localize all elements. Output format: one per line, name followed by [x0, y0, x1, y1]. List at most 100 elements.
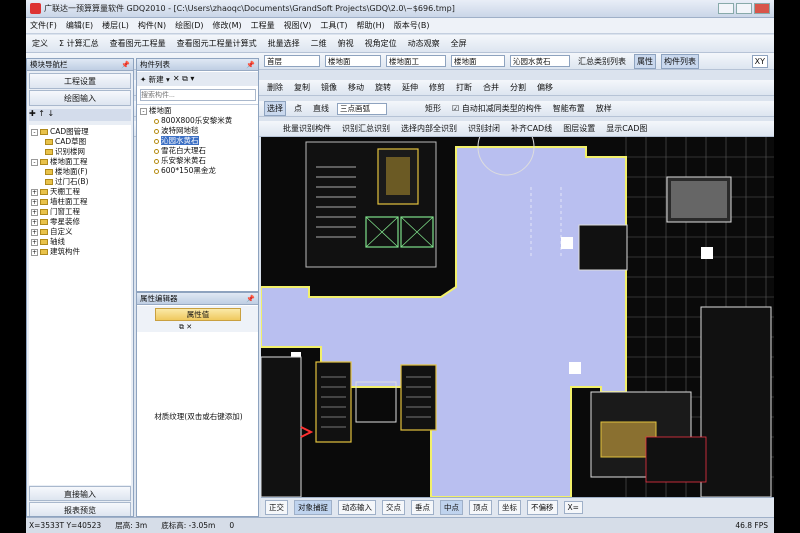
expand-icon[interactable]: - — [31, 158, 38, 166]
component-select[interactable]: 沁园水黄石 — [510, 55, 570, 67]
expand-icon[interactable]: + — [31, 218, 38, 226]
modify-button[interactable]: 复制 — [291, 80, 313, 95]
expand-icon[interactable]: + — [31, 188, 38, 196]
properties-button[interactable]: 属性 — [634, 53, 656, 69]
floor-select[interactable]: 首层 — [264, 55, 320, 67]
nav-tree-item[interactable]: 过门石(B) — [31, 177, 129, 187]
component-item[interactable]: 600*150黑金龙 — [140, 166, 258, 176]
menu-item[interactable]: 文件(F) — [30, 20, 57, 31]
cad-recognition-button[interactable]: 图层设置 — [560, 121, 598, 136]
properties-tool-icons[interactable]: ⧉ ✕ — [179, 323, 192, 332]
pin-icon[interactable]: 📌 — [246, 293, 255, 305]
snap-toggle[interactable]: 中点 — [440, 500, 463, 515]
cad-recognition-button[interactable]: 显示CAD图 — [603, 121, 650, 136]
select-tool-button[interactable]: 选择 — [264, 101, 286, 116]
close-button[interactable] — [754, 3, 770, 14]
direct-input-button[interactable]: 直接输入 — [29, 486, 131, 501]
arc-tool-select[interactable]: 三点画弧 — [337, 102, 387, 115]
subcategory-select[interactable]: 楼地面工 — [386, 55, 446, 67]
nav-tree-item[interactable]: - CAD图管理 — [31, 127, 129, 137]
collapse-icon[interactable]: - — [140, 107, 147, 115]
nav-tree-item[interactable]: 识别楼网 — [31, 147, 129, 157]
modify-button[interactable]: 分割 — [507, 80, 529, 95]
toolbar-button[interactable]: 定义 — [29, 36, 51, 51]
modify-button[interactable]: 修剪 — [426, 80, 448, 95]
snap-toggle[interactable]: 正交 — [265, 500, 288, 515]
pin-icon[interactable]: 📌 — [246, 59, 255, 71]
modify-button[interactable]: 删除 — [264, 80, 286, 95]
delete-icon[interactable]: ✕ ⧉ ▾ — [173, 74, 195, 84]
line-tool-button[interactable]: 直线 — [310, 101, 332, 116]
modify-button[interactable]: 镜像 — [318, 80, 340, 95]
drawing-input-button[interactable]: 绘图输入 — [29, 90, 131, 106]
lay-button[interactable]: 放样 — [593, 101, 615, 116]
snap-toggle[interactable]: 交点 — [382, 500, 405, 515]
toolbar-button[interactable]: 二维 — [308, 36, 330, 51]
type-select[interactable]: 楼地面 — [451, 55, 505, 67]
expand-icon[interactable]: - — [31, 128, 38, 136]
property-value-tab[interactable]: 属性值 — [155, 308, 241, 321]
nav-tree-item[interactable]: CAD草图 — [31, 137, 129, 147]
menu-item[interactable]: 版本号(B) — [394, 20, 430, 31]
component-root[interactable]: - 楼地面 — [140, 106, 258, 116]
toolbar-button[interactable]: 查看图元工程量计算式 — [174, 36, 260, 51]
component-item[interactable]: 雪花白大理石 — [140, 146, 258, 156]
new-component-button[interactable]: ✦ 新建 ▾ — [140, 74, 170, 85]
snap-toggle[interactable]: X= — [563, 501, 583, 514]
modify-button[interactable]: 移动 — [345, 80, 367, 95]
toolbar-button[interactable]: 视角定位 — [362, 36, 400, 51]
nav-tree-item[interactable]: + 自定义 — [31, 227, 129, 237]
snap-toggle[interactable]: 坐标 — [498, 500, 521, 515]
expand-icon[interactable]: + — [31, 228, 38, 236]
toolbar-button[interactable]: 俯视 — [335, 36, 357, 51]
auto-deduct-checkbox[interactable]: ☑ 自动扣减同类型的构件 — [449, 101, 545, 116]
cad-recognition-button[interactable]: 识别封闭 — [465, 121, 503, 136]
xy-button[interactable]: XY — [751, 54, 768, 68]
menu-item[interactable]: 修改(M) — [212, 20, 241, 31]
component-item[interactable]: 800X800乐安黎米黄 — [140, 116, 258, 126]
modify-button[interactable]: 合并 — [480, 80, 502, 95]
snap-toggle[interactable]: 动态输入 — [338, 500, 376, 515]
category-select[interactable]: 楼地面 — [325, 55, 381, 67]
snap-toggle[interactable]: 对象捕捉 — [294, 500, 332, 515]
cad-recognition-button[interactable]: 识别汇总识别 — [339, 121, 393, 136]
add-icon[interactable]: ✚ ↑ ↓ — [29, 109, 54, 118]
expand-icon[interactable]: + — [31, 248, 38, 256]
nav-tree-item[interactable]: + 建筑构件 — [31, 247, 129, 257]
nav-tree-item[interactable]: + 天棚工程 — [31, 187, 129, 197]
pin-icon[interactable]: 📌 — [121, 59, 130, 71]
menu-item[interactable]: 帮助(H) — [357, 20, 385, 31]
component-item[interactable]: 沁园水黄石 — [140, 136, 258, 146]
expand-icon[interactable]: + — [31, 238, 38, 246]
modify-button[interactable]: 延伸 — [399, 80, 421, 95]
toolbar-button[interactable]: 批量选择 — [265, 36, 303, 51]
nav-tree-item[interactable]: + 门窗工程 — [31, 207, 129, 217]
report-preview-button[interactable]: 报表预览 — [29, 502, 131, 516]
toolbar-button[interactable]: Σ 计算汇总 — [56, 36, 102, 51]
nav-tree-item[interactable]: 楼地面(F) — [31, 167, 129, 177]
cad-recognition-button[interactable]: 补齐CAD线 — [508, 121, 555, 136]
rect-tool-button[interactable]: 矩形 — [422, 101, 444, 116]
menu-item[interactable]: 绘图(D) — [175, 20, 203, 31]
toolbar-button[interactable]: 查看图元工程量 — [107, 36, 169, 51]
snap-toggle[interactable]: 垂点 — [411, 500, 434, 515]
menu-item[interactable]: 视图(V) — [284, 20, 312, 31]
modify-button[interactable]: 打断 — [453, 80, 475, 95]
modify-button[interactable]: 偏移 — [534, 80, 556, 95]
expand-icon[interactable]: + — [31, 208, 38, 216]
component-item[interactable]: 乐安黎米黄石 — [140, 156, 258, 166]
menu-item[interactable]: 工具(T) — [320, 20, 347, 31]
toolbar-button[interactable]: 动态观察 — [405, 36, 443, 51]
nav-tree-item[interactable]: + 墙柱面工程 — [31, 197, 129, 207]
maximize-button[interactable] — [736, 3, 752, 14]
cad-recognition-button[interactable]: 选择内部全识别 — [398, 121, 460, 136]
cad-recognition-button[interactable]: 批量识别构件 — [280, 121, 334, 136]
snap-toggle[interactable]: 顶点 — [469, 500, 492, 515]
summary-list-button[interactable]: 汇总类别列表 — [575, 54, 629, 69]
menu-item[interactable]: 楼层(L) — [102, 20, 129, 31]
cad-drawing-canvas[interactable] — [261, 137, 774, 497]
point-tool-button[interactable]: 点 — [291, 101, 305, 116]
nav-tree-item[interactable]: + 零星装修 — [31, 217, 129, 227]
minimize-button[interactable] — [718, 3, 734, 14]
component-search-input[interactable] — [140, 89, 256, 101]
